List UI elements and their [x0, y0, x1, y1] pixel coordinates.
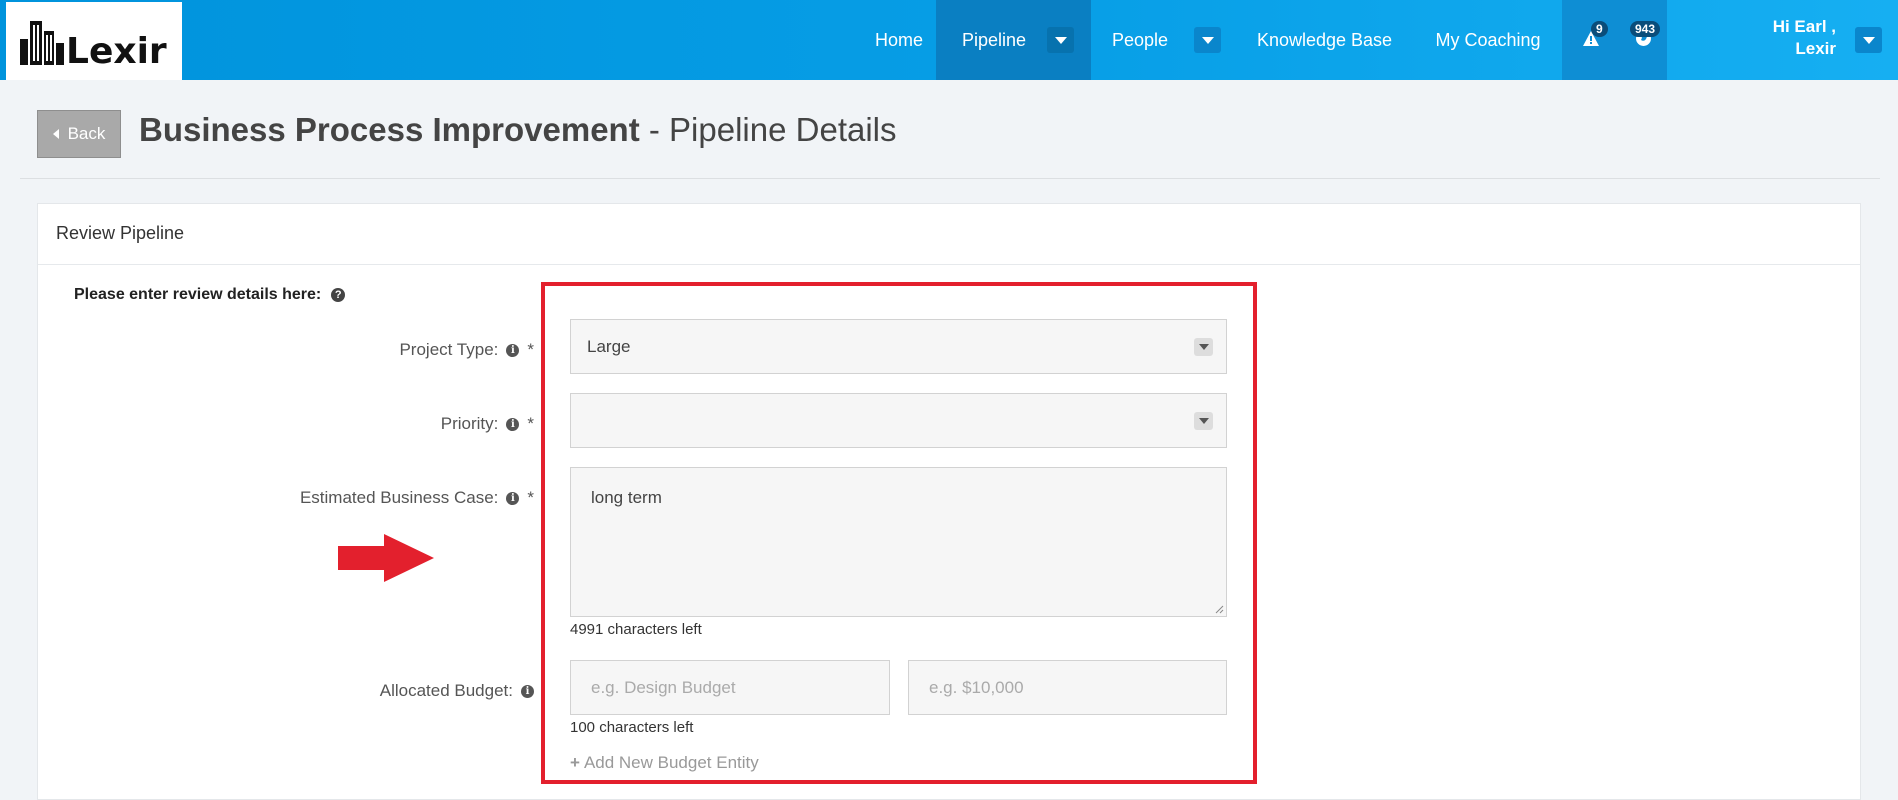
priority-label: Priority: i * [441, 414, 534, 434]
panel-divider [38, 264, 1860, 265]
page-title-suffix: - Pipeline Details [639, 111, 897, 148]
project-type-label-text: Project Type: [399, 340, 499, 359]
business-case-label-text: Estimated Business Case: [299, 488, 499, 507]
header-divider [20, 178, 1880, 179]
svg-text:Lexir: Lexir [66, 31, 167, 69]
info-icon[interactable]: i [521, 684, 534, 698]
nav-knowledge-base[interactable]: Knowledge Base [1252, 0, 1397, 80]
notifications-area: 9 943 [1562, 0, 1667, 80]
caret-left-icon [52, 129, 59, 139]
page-title: Business Process Improvement - Pipeline … [139, 108, 897, 152]
nav-pipeline-label: Pipeline [962, 29, 1027, 50]
nav-my-coaching[interactable]: My Coaching [1430, 0, 1546, 80]
highlight-frame [541, 282, 1257, 784]
nav-home[interactable]: Home [850, 0, 948, 80]
lexir-logo-mark: Lexir [20, 21, 167, 69]
info-icon[interactable]: i [506, 491, 520, 505]
caret-down-icon [1054, 36, 1067, 44]
alerts-count-badge: 9 [1591, 21, 1608, 37]
user-menu[interactable]: Hi Earl , Lexir [1740, 16, 1836, 60]
panel-heading: Review Pipeline [56, 223, 185, 243]
back-button-label: Back [67, 124, 106, 143]
project-type-label: Project Type: i * [399, 340, 534, 360]
priority-label-text: Priority: [440, 414, 499, 433]
brand-logo[interactable]: Lexir [6, 2, 182, 80]
caret-down-icon [1862, 36, 1875, 44]
required-marker: * [527, 414, 534, 433]
user-greeting-line1: Hi Earl , [1772, 17, 1836, 36]
red-arrow-icon [338, 534, 434, 582]
required-marker: * [527, 340, 534, 359]
user-dropdown-toggle[interactable] [1855, 27, 1882, 53]
pipeline-dropdown-toggle[interactable] [1047, 27, 1074, 53]
info-icon[interactable]: i [506, 343, 520, 357]
nav-people[interactable]: People [1100, 0, 1180, 80]
allocated-budget-label-text: Allocated Budget: [379, 681, 513, 700]
back-button[interactable]: Back [37, 110, 121, 158]
review-details-label-text: Please enter review details here: [74, 286, 322, 303]
top-navbar: Lexir Home Pipeline People Knowledge Bas… [0, 0, 1898, 80]
caret-down-icon [1201, 36, 1214, 44]
review-details-label: Please enter review details here: ? [74, 286, 346, 304]
nav-knowledge-base-label: Knowledge Base [1256, 29, 1393, 50]
required-marker: * [527, 488, 534, 507]
info-icon[interactable]: i [506, 417, 520, 431]
user-greeting-line2: Lexir [1795, 39, 1836, 58]
nav-home-label: Home [874, 29, 923, 50]
nav-people-label: People [1111, 29, 1169, 50]
allocated-budget-label: Allocated Budget: i [380, 681, 534, 701]
nav-my-coaching-label: My Coaching [1435, 29, 1541, 50]
people-dropdown-toggle[interactable] [1194, 27, 1221, 53]
page-title-project: Business Process Improvement [139, 111, 640, 148]
messages-count-badge: 943 [1630, 21, 1661, 37]
business-case-label: Estimated Business Case: i * [300, 488, 534, 508]
question-icon[interactable]: ? [331, 288, 346, 302]
